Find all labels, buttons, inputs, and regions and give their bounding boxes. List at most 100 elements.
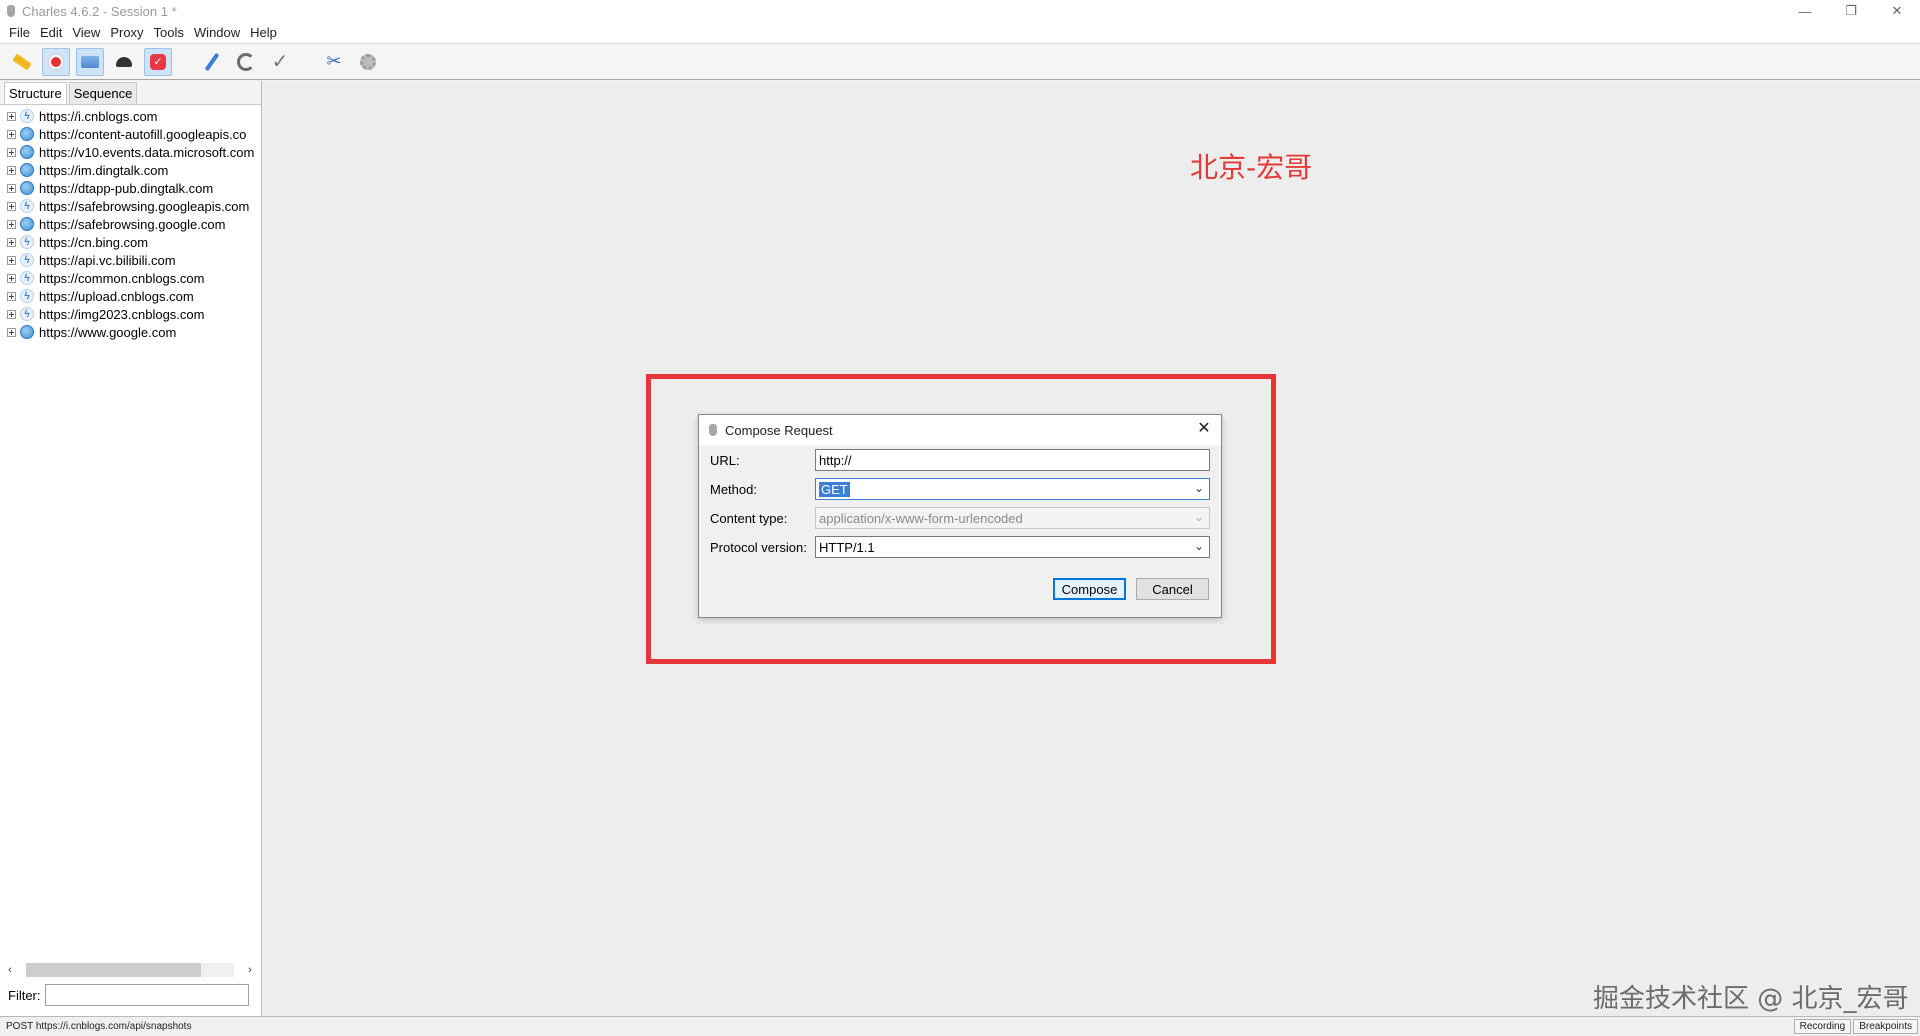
chevron-down-icon: ⌄ (1193, 481, 1204, 495)
compose-button[interactable] (198, 48, 226, 76)
footer-watermark: 掘金技术社区 @ 北京_宏哥 (1593, 984, 1909, 1014)
record-button[interactable] (42, 47, 70, 76)
scroll-left-icon[interactable]: ‹ (4, 964, 16, 976)
expand-plus-icon[interactable] (7, 111, 16, 121)
cancel-button[interactable]: Cancel (1136, 578, 1209, 600)
tree-host-row[interactable]: https://www.google.com (0, 323, 261, 341)
globe-icon (20, 163, 34, 177)
menu-window[interactable]: Window (189, 25, 245, 40)
tools-button[interactable]: ✂ (320, 48, 348, 76)
chevron-down-icon: ⌄ (1193, 539, 1204, 553)
expand-plus-icon[interactable] (7, 129, 16, 139)
author-watermark: 北京-宏哥 (1190, 151, 1313, 184)
tree-host-row[interactable]: ϟ https://i.cnblogs.com (0, 107, 261, 125)
dialog-title: Compose Request (725, 422, 833, 438)
expand-plus-icon[interactable] (7, 291, 16, 301)
view-tabs: Structure Sequence (0, 81, 261, 105)
validate-button[interactable]: ✓ (266, 48, 294, 76)
host-label: https://content-autofill.googleapis.co (39, 126, 247, 142)
slow-mode-button[interactable] (110, 48, 138, 76)
close-icon[interactable]: ✕ (1195, 420, 1213, 438)
window-title: Charles 4.6.2 - Session 1 * (22, 3, 177, 19)
repeat-button[interactable] (232, 48, 260, 76)
expand-plus-icon[interactable] (7, 255, 16, 265)
charles-app-icon (6, 4, 16, 18)
expand-plus-icon[interactable] (7, 327, 16, 337)
status-text: POST https://i.cnblogs.com/api/snapshots (6, 1021, 192, 1032)
protocol-value: HTTP/1.1 (819, 539, 875, 555)
minimize-button[interactable]: — (1782, 0, 1828, 22)
tree-host-row[interactable]: https://v10.events.data.microsoft.com (0, 143, 261, 161)
url-input[interactable]: http:// (815, 449, 1210, 471)
breakpoint-icon: ✓ (150, 53, 166, 70)
host-label: https://cn.bing.com (39, 234, 149, 250)
broom-icon (12, 53, 32, 70)
protocol-select[interactable]: HTTP/1.1 ⌄ (815, 536, 1210, 558)
refresh-icon (237, 52, 255, 71)
horizontal-scrollbar[interactable]: ‹ › (4, 962, 256, 978)
tree-host-row[interactable]: ϟ https://api.vc.bilibili.com (0, 251, 261, 269)
host-label: https://i.cnblogs.com (39, 108, 158, 124)
content-type-select: application/x-www-form-urlencoded ⌄ (815, 507, 1210, 529)
scroll-right-icon[interactable]: › (244, 964, 256, 976)
content-type-value: application/x-www-form-urlencoded (819, 510, 1023, 526)
menu-help[interactable]: Help (245, 25, 282, 40)
filter-label: Filter: (8, 987, 41, 1003)
protocol-label: Protocol version: (710, 539, 807, 555)
menu-tools[interactable]: Tools (149, 25, 189, 40)
tree-host-row[interactable]: ϟ https://upload.cnblogs.com (0, 287, 261, 305)
throttle-icon (81, 55, 99, 68)
scroll-track[interactable] (26, 963, 234, 977)
tree-host-row[interactable]: ϟ https://cn.bing.com (0, 233, 261, 251)
tree-host-row[interactable]: ϟ https://common.cnblogs.com (0, 269, 261, 287)
tree-host-row[interactable]: https://dtapp-pub.dingtalk.com (0, 179, 261, 197)
host-label: https://common.cnblogs.com (39, 270, 205, 286)
tree-host-row[interactable]: https://safebrowsing.google.com (0, 215, 261, 233)
globe-icon (20, 181, 34, 195)
expand-plus-icon[interactable] (7, 219, 16, 229)
lightning-icon: ϟ (20, 199, 34, 213)
expand-plus-icon[interactable] (7, 309, 16, 319)
globe-icon (20, 217, 34, 231)
globe-icon (20, 127, 34, 141)
host-tree: ϟ https://i.cnblogs.com https://content-au… (0, 105, 261, 341)
record-icon (49, 54, 63, 69)
settings-button[interactable] (354, 48, 382, 76)
expand-plus-icon[interactable] (7, 237, 16, 247)
expand-plus-icon[interactable] (7, 273, 16, 283)
menu-edit[interactable]: Edit (35, 25, 67, 40)
menu-file[interactable]: File (4, 25, 35, 40)
restore-button[interactable]: ❐ (1828, 0, 1874, 22)
breakpoints-button[interactable]: ✓ (144, 47, 172, 76)
compose-submit-button[interactable]: Compose (1053, 578, 1126, 600)
globe-icon (20, 145, 34, 159)
tab-sequence[interactable]: Sequence (68, 82, 138, 104)
host-label: https://v10.events.data.microsoft.com (39, 144, 255, 160)
host-label: https://www.google.com (39, 324, 177, 340)
recording-status-button[interactable]: Recording (1793, 1019, 1852, 1034)
tree-host-row[interactable]: ϟ https://img2023.cnblogs.com (0, 305, 261, 323)
breakpoints-status-button[interactable]: Breakpoints (1853, 1019, 1918, 1034)
compose-request-dialog: Compose Request ✕ URL: http:// Method: G… (698, 414, 1222, 618)
close-window-button[interactable]: ✕ (1874, 0, 1920, 22)
expand-plus-icon[interactable] (7, 147, 16, 157)
expand-plus-icon[interactable] (7, 183, 16, 193)
scroll-thumb[interactable] (26, 963, 201, 977)
clear-session-button[interactable] (8, 48, 36, 76)
menu-view[interactable]: View (67, 25, 105, 40)
globe-icon (20, 325, 34, 339)
host-label: https://im.dingtalk.com (39, 162, 169, 178)
throttle-button[interactable] (76, 47, 104, 76)
tree-host-row[interactable]: ϟ https://safebrowsing.googleapis.com (0, 197, 261, 215)
tree-host-row[interactable]: https://im.dingtalk.com (0, 161, 261, 179)
expand-plus-icon[interactable] (7, 201, 16, 211)
host-label: https://dtapp-pub.dingtalk.com (39, 180, 214, 196)
tree-host-row[interactable]: https://content-autofill.googleapis.co (0, 125, 261, 143)
protocol-row: Protocol version: HTTP/1.1 ⌄ (710, 536, 1210, 558)
tab-structure[interactable]: Structure (4, 82, 67, 104)
lightning-icon: ϟ (20, 289, 34, 303)
menu-proxy[interactable]: Proxy (105, 25, 148, 40)
method-select[interactable]: GET ⌄ (815, 478, 1210, 500)
expand-plus-icon[interactable] (7, 165, 16, 175)
filter-input[interactable] (44, 984, 249, 1006)
